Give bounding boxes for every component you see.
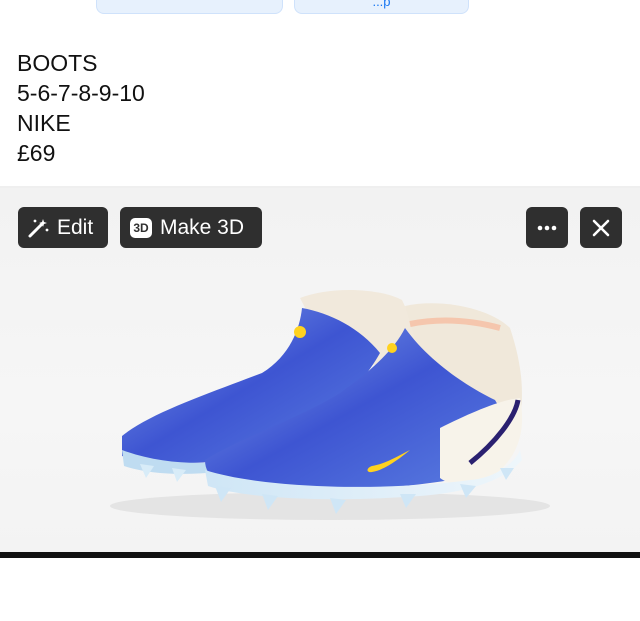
make-3d-label: Make 3D	[160, 215, 245, 239]
close-button[interactable]	[580, 207, 622, 248]
top-left-button[interactable]	[96, 0, 283, 14]
listing-price: £69	[17, 140, 56, 166]
edit-label: Edit	[57, 215, 94, 239]
listing-text: BOOTS 5-6-7-8-9-10 NIKE £69	[17, 48, 145, 168]
bottom-bar	[0, 552, 640, 558]
listing-brand: NIKE	[17, 110, 71, 136]
more-options-button[interactable]	[526, 207, 568, 248]
edit-button[interactable]: Edit	[18, 207, 108, 248]
listing-title: BOOTS	[17, 50, 98, 76]
close-icon	[592, 219, 610, 237]
top-action-buttons: ...p	[0, 0, 640, 14]
ellipsis-icon	[537, 225, 557, 231]
3d-badge-icon: 3D	[130, 217, 152, 238]
make-3d-button[interactable]: 3D Make 3D	[120, 207, 262, 248]
listing-sizes: 5-6-7-8-9-10	[17, 80, 145, 106]
magic-wand-icon	[27, 217, 49, 239]
top-right-button[interactable]: ...p	[294, 0, 469, 14]
